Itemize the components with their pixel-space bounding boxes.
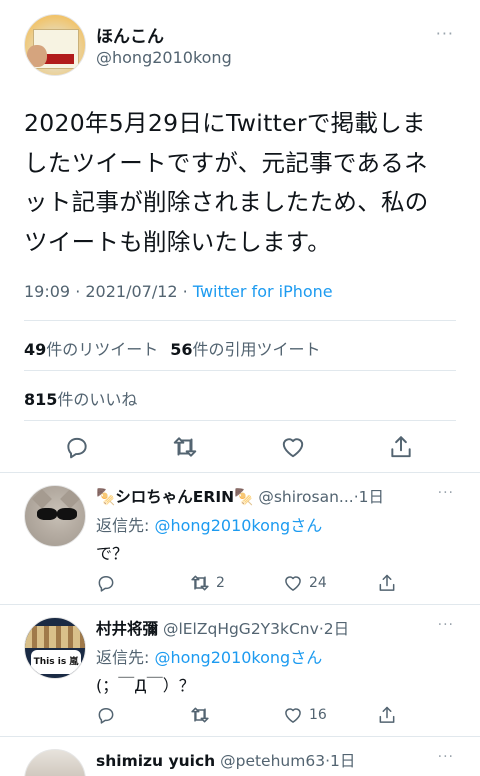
tweet-source-link[interactable]: Twitter for iPhone bbox=[193, 282, 333, 301]
reply-to-prefix: 返信先: bbox=[96, 648, 155, 667]
retweet-button[interactable] bbox=[190, 703, 216, 727]
reply-author-handle[interactable]: @shirosan... bbox=[258, 488, 353, 506]
reply-author-name[interactable]: shimizu yuich bbox=[96, 752, 215, 770]
tweet-timestamp[interactable]: 19:09 · 2021/07/12 · bbox=[24, 282, 193, 301]
quotes-count: 56 bbox=[170, 340, 193, 359]
retweet-icon bbox=[191, 707, 209, 723]
tweet-text-line: 2020年5月29日にTwitterで掲載しま bbox=[24, 109, 426, 137]
divider bbox=[24, 420, 456, 421]
reply-header: shimizu yuich @petehum63·1日 bbox=[96, 749, 355, 771]
avatar-logo-text: This is 嵐 LIVE bbox=[31, 650, 81, 674]
reply-author-name[interactable]: 村井将彌 bbox=[96, 620, 158, 638]
avatar[interactable] bbox=[24, 485, 86, 547]
author-display-name[interactable]: ほんこん bbox=[96, 22, 164, 47]
reply-header: 村井将彌 @lElZqHgG2Y3kCnv·2日 bbox=[96, 617, 349, 639]
like-icon bbox=[285, 708, 301, 723]
likes-count: 815 bbox=[24, 390, 58, 409]
reply-age[interactable]: ·1日 bbox=[354, 488, 384, 506]
reply-to-handle[interactable]: @hong2010kong bbox=[154, 516, 290, 535]
reply-to: 返信先: @hong2010kongさん bbox=[96, 644, 322, 668]
reply-icon[interactable] bbox=[96, 703, 116, 727]
share-icon[interactable] bbox=[388, 434, 416, 462]
retweet-icon bbox=[191, 575, 209, 591]
quotes-stat[interactable]: 56件の引用ツイート bbox=[170, 340, 320, 359]
tweet-metadata: 19:09 · 2021/07/12 · Twitter for iPhone bbox=[24, 282, 333, 301]
reply-author-name[interactable]: 🍢シロちゃんERIN🍢 bbox=[96, 488, 253, 506]
reply-author-handle[interactable]: @lElZqHgG2Y3kCnv bbox=[163, 620, 319, 638]
share-icon[interactable] bbox=[377, 571, 397, 595]
reply-author-handle[interactable]: @petehum63 bbox=[220, 752, 325, 770]
reply-to-suffix: さん bbox=[290, 516, 323, 535]
retweet-count: 2 bbox=[216, 575, 225, 591]
divider bbox=[24, 370, 456, 371]
author-handle[interactable]: @hong2010kong bbox=[96, 48, 232, 67]
reply-to-prefix: 返信先: bbox=[96, 516, 155, 535]
retweet-button[interactable]: 2 bbox=[190, 571, 225, 595]
main-tweet: ほんこん @hong2010kong ··· 2020年5月29日にTwitte… bbox=[0, 0, 480, 472]
avatar[interactable]: This is 嵐 LIVE bbox=[24, 617, 86, 679]
reply-to-handle[interactable]: @hong2010kong bbox=[154, 648, 290, 667]
reply-icon[interactable] bbox=[64, 434, 92, 462]
likes-label: 件のいいね bbox=[57, 390, 138, 409]
like-icon bbox=[285, 576, 301, 591]
like-icon[interactable] bbox=[280, 434, 308, 462]
retweet-icon[interactable] bbox=[172, 434, 200, 462]
reply-header: 🍢シロちゃんERIN🍢 @shirosan...·1日 bbox=[96, 485, 384, 507]
quotes-label: 件の引用ツイート bbox=[192, 340, 321, 359]
engagement-stats: 49件のリツイート 56件の引用ツイート bbox=[24, 336, 321, 360]
reply-tweet[interactable]: This is 嵐 LIVE 村井将彌 @lElZqHgG2Y3kCnv·2日 … bbox=[0, 605, 480, 736]
reply-text: (；￣Д￣）？ bbox=[96, 676, 195, 695]
avatar[interactable] bbox=[24, 749, 86, 776]
divider bbox=[24, 320, 456, 321]
more-icon[interactable]: ··· bbox=[438, 485, 454, 501]
tweet-action-bar bbox=[0, 430, 480, 464]
reply-icon[interactable] bbox=[96, 571, 116, 595]
author-face-image bbox=[27, 45, 47, 67]
more-icon[interactable]: ··· bbox=[436, 24, 454, 43]
reply-tweet[interactable]: 🍢シロちゃんERIN🍢 @shirosan...·1日 ··· 返信先: @ho… bbox=[0, 473, 480, 604]
like-count: 24 bbox=[309, 575, 327, 591]
like-button[interactable]: 16 bbox=[283, 703, 327, 727]
tweet-text-line: ツイートも削除いたします。 bbox=[24, 227, 332, 256]
share-icon[interactable] bbox=[377, 703, 397, 727]
avatar[interactable] bbox=[24, 14, 86, 76]
more-icon[interactable]: ··· bbox=[438, 617, 454, 633]
reply-to-suffix: さん bbox=[290, 648, 323, 667]
like-button[interactable]: 24 bbox=[283, 571, 327, 595]
tweet-text-line: したツイートですが、元記事であるネ bbox=[24, 148, 428, 177]
likes-stat[interactable]: 815件のいいね bbox=[24, 386, 137, 410]
reply-text: で？ bbox=[96, 544, 129, 563]
like-count: 16 bbox=[309, 707, 327, 723]
tweet-text-line: ット記事が削除されましたため、私の bbox=[24, 188, 429, 216]
reply-tweet[interactable]: shimizu yuich @petehum63·1日 ··· bbox=[0, 737, 480, 776]
more-icon[interactable]: ··· bbox=[438, 749, 454, 765]
retweets-label: 件のリツイート bbox=[46, 340, 159, 359]
retweets-count: 49 bbox=[24, 340, 47, 359]
tweet-text: 2020年5月29日にTwitterで掲載しま したツイートですが、元記事である… bbox=[24, 104, 464, 262]
reply-to: 返信先: @hong2010kongさん bbox=[96, 512, 322, 536]
reply-age[interactable]: ·2日 bbox=[319, 620, 349, 638]
retweets-stat[interactable]: 49件のリツイート bbox=[24, 340, 158, 359]
reply-age[interactable]: ·1日 bbox=[325, 752, 355, 770]
